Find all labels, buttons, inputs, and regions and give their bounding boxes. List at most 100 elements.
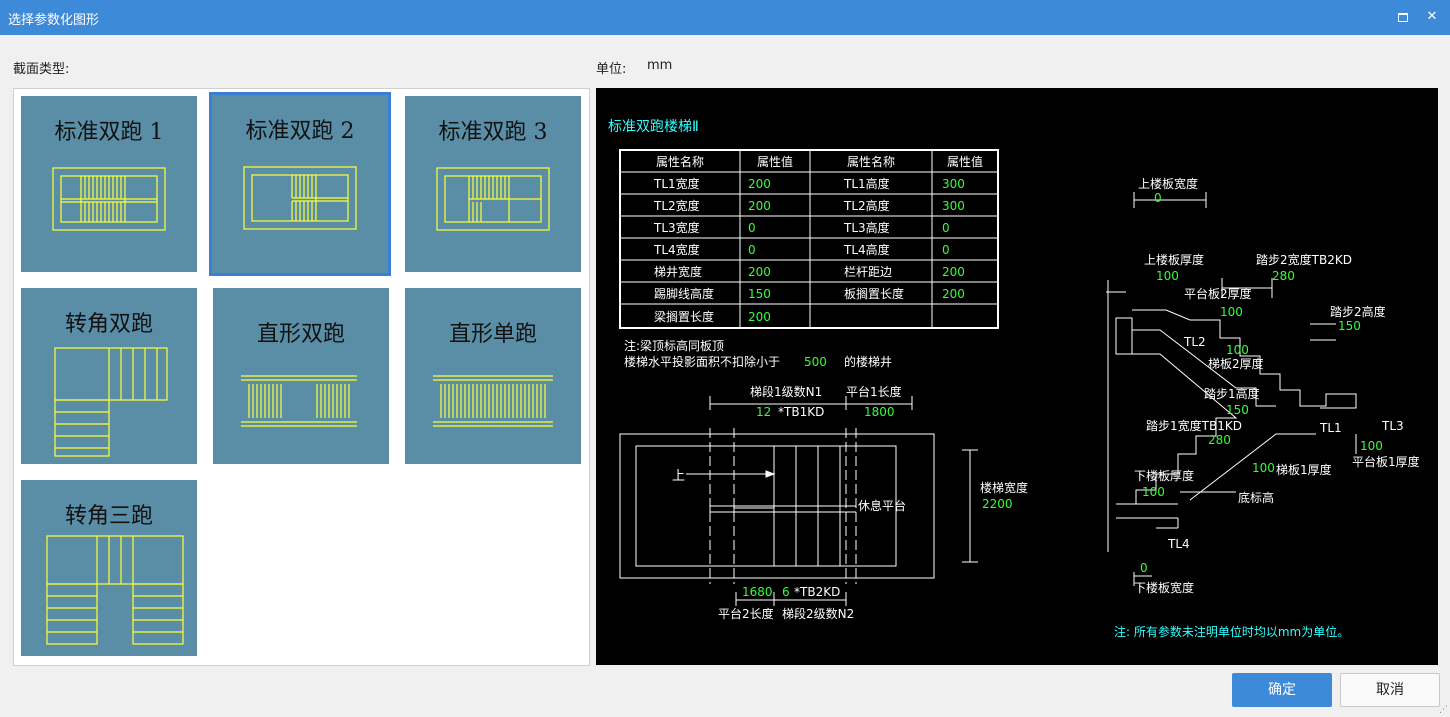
table-header-cell: 属性值 <box>757 154 793 169</box>
tile-thumbnail: 转角双跑 <box>21 288 197 464</box>
platform2-thick-value: 100 <box>1220 305 1243 319</box>
unit-value: mm <box>647 58 673 73</box>
platform1-thick-value: 100 <box>1360 439 1383 453</box>
table-cell: TL3高度 <box>843 220 890 235</box>
tile-thumbnail: 直形单跑 <box>405 288 581 464</box>
landing2-value: 1680 <box>742 585 773 599</box>
table-cell: 0 <box>748 221 756 235</box>
table-cell: 梯井宽度 <box>654 264 702 279</box>
step2-width-value: 280 <box>1272 269 1295 283</box>
table-cell: 踢脚线高度 <box>654 286 714 301</box>
step2-width-label: 踏步2宽度TB2KD <box>1256 252 1352 267</box>
tile-thumbnail: 标准双跑 1 <box>21 96 197 272</box>
tile-straight-single[interactable]: 直形单跑 <box>398 281 588 471</box>
table-cell: 梁搁置长度 <box>654 309 714 324</box>
slab2-thick-label: 梯板2厚度 <box>1208 356 1264 371</box>
run2-label: 梯段2级数N2 <box>782 606 854 621</box>
rest-platform-label: 休息平台 <box>858 498 906 513</box>
upper-slab-thick-label: 上楼板厚度 <box>1144 252 1204 267</box>
double-run-icon <box>52 167 166 231</box>
table-cell: 200 <box>942 287 965 301</box>
table-cell: 300 <box>942 177 965 191</box>
landing1-value: 1800 <box>864 405 895 419</box>
tl1-label: TL1 <box>1319 421 1342 435</box>
up-label: 上 <box>672 469 685 484</box>
preview-panel: 标准双跑楼梯Ⅱ 属性名称 属性值 属性名称 属性值 TL1宽度 200 TL1高… <box>596 88 1438 665</box>
slab1-thick-label: 梯板1厚度 <box>1276 462 1332 477</box>
run2-value: 6 <box>782 585 790 599</box>
step1-width-value: 280 <box>1208 433 1231 447</box>
table-cell: 0 <box>748 243 756 257</box>
section-type-grid: 标准双跑 1 标准双跑 2 标准双跑 3 转角双跑 直形双跑 直形单跑 转角三跑 <box>13 88 590 666</box>
stair-width-value: 2200 <box>982 497 1013 511</box>
double-run-icon <box>243 166 357 230</box>
table-cell: 0 <box>942 243 950 257</box>
table-cell: TL2宽度 <box>653 198 700 213</box>
slab2-thick-value: 100 <box>1226 343 1249 357</box>
stair-drawing: 标准双跑楼梯Ⅱ 属性名称 属性值 属性名称 属性值 TL1宽度 200 TL1高… <box>608 119 1420 639</box>
tile-standard-double-1[interactable]: 标准双跑 1 <box>14 89 204 279</box>
table-cell: TL3宽度 <box>653 220 700 235</box>
landing1-label: 平台1长度 <box>846 384 902 399</box>
note-line-2-value: 500 <box>804 355 827 369</box>
step2-height-value: 150 <box>1338 319 1361 333</box>
preview-title: 标准双跑楼梯Ⅱ <box>608 119 699 135</box>
upper-slab-width-value: 0 <box>1154 191 1162 205</box>
straight-double-run-icon <box>241 375 357 427</box>
table-cell: 200 <box>748 310 771 324</box>
footer-note: 注: 所有参数未注明单位时均以mm为单位。 <box>1114 624 1349 639</box>
landing2-label: 平台2长度 <box>718 606 774 621</box>
table-cell: 200 <box>748 265 771 279</box>
close-button[interactable]: ✕ <box>1422 7 1442 27</box>
maximize-icon <box>1398 13 1408 22</box>
table-cell: TL1宽度 <box>653 176 700 191</box>
run1-suffix: *TB1KD <box>778 405 824 419</box>
run1-label: 梯段1级数N1 <box>750 384 822 399</box>
ok-button[interactable]: 确定 <box>1232 673 1332 707</box>
lower-slab-thick-label: 下楼板厚度 <box>1134 468 1194 483</box>
step1-height-label: 踏步1高度 <box>1204 386 1260 401</box>
upper-slab-width-label: 上楼板宽度 <box>1138 176 1198 191</box>
platform1-thick-label: 平台板1厚度 <box>1352 454 1420 469</box>
lower-slab-thick-value: 100 <box>1142 485 1165 499</box>
title-bar: 选择参数化图形 ✕ <box>0 0 1450 35</box>
unit-label: 单位: <box>596 62 627 77</box>
table-header-cell: 属性值 <box>947 154 983 169</box>
tile-corner-triple[interactable]: 转角三跑 <box>14 473 204 663</box>
section-view: 上楼板宽度 0 上楼板厚度 100 踏步2宽度TB2KD 280 平台板2厚度 … <box>1106 176 1420 595</box>
tile-standard-double-3[interactable]: 标准双跑 3 <box>398 89 588 279</box>
table-cell: 0 <box>942 221 950 235</box>
resize-grip-icon[interactable]: ⋰ <box>1439 705 1448 715</box>
run2-suffix: *TB2KD <box>794 585 840 599</box>
tile-standard-double-2[interactable]: 标准双跑 2 <box>206 89 396 279</box>
property-table: 属性名称 属性值 属性名称 属性值 TL1宽度 200 TL1高度 300 TL… <box>619 149 999 329</box>
tile-thumbnail: 标准双跑 3 <box>405 96 581 272</box>
stair-width-label: 楼梯宽度 <box>980 480 1028 495</box>
section-type-label: 截面类型: <box>13 62 70 77</box>
tile-corner-double[interactable]: 转角双跑 <box>14 281 204 471</box>
step2-height-label: 踏步2高度 <box>1330 304 1386 319</box>
close-icon: ✕ <box>1426 9 1438 24</box>
slab1-thick-value: 100 <box>1252 461 1275 475</box>
table-cell: 200 <box>748 177 771 191</box>
table-cell: TL1高度 <box>843 176 890 191</box>
corner-triple-run-icon <box>46 535 184 645</box>
lower-slab-width-value: 0 <box>1140 561 1148 575</box>
upper-slab-thick-value: 100 <box>1156 269 1179 283</box>
cancel-button[interactable]: 取消 <box>1340 673 1440 707</box>
maximize-button[interactable] <box>1393 7 1413 27</box>
lower-slab-width-label: 下楼板宽度 <box>1134 580 1194 595</box>
bottom-elevation-label: 底标高 <box>1238 490 1274 505</box>
plan-view: 梯段1级数N1 平台1长度 12 *TB1KD 1800 上 休息平台 楼梯宽度… <box>619 384 1028 621</box>
table-cell: TL2高度 <box>843 198 890 213</box>
table-header-cell: 属性名称 <box>656 154 704 169</box>
table-cell: TL4高度 <box>843 242 890 257</box>
tile-straight-double[interactable]: 直形双跑 <box>206 281 396 471</box>
tile-thumbnail: 转角三跑 <box>21 480 197 656</box>
table-cell: TL4宽度 <box>653 242 700 257</box>
step1-height-value: 150 <box>1226 403 1249 417</box>
table-cell: 150 <box>748 287 771 301</box>
tile-thumbnail: 直形双跑 <box>213 288 389 464</box>
table-cell: 板搁置长度 <box>844 286 904 301</box>
table-cell: 200 <box>942 265 965 279</box>
